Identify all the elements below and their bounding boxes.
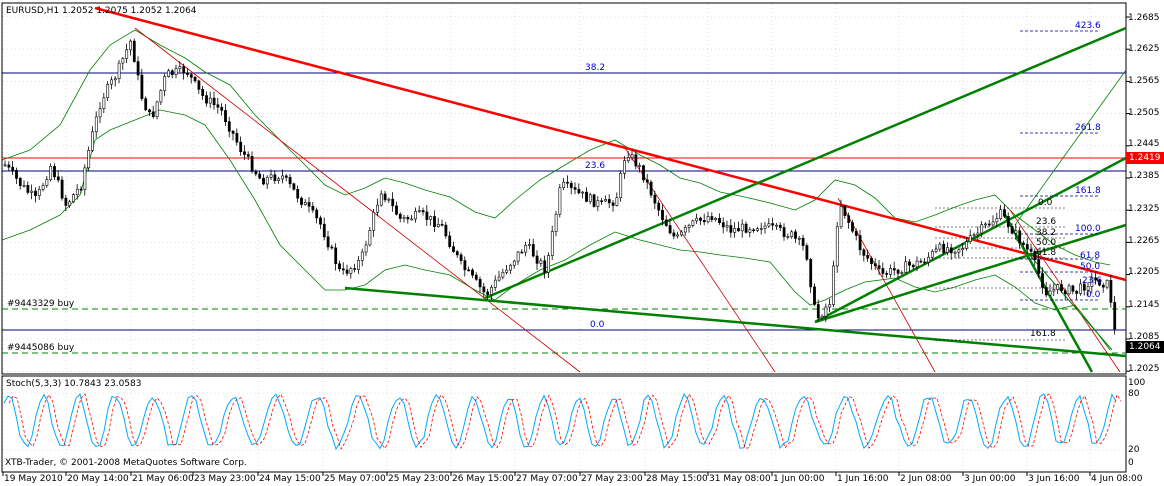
price-tick-label: 1.2145 xyxy=(1128,300,1160,310)
time-tick-label: 23 May 23:00 xyxy=(194,474,256,484)
fib-r23-label: 23.6 xyxy=(1036,217,1057,227)
green-lower-trendline[interactable] xyxy=(344,286,1127,358)
time-tick-label: 25 May 07:00 xyxy=(324,474,386,484)
price-tick-label: 1.2685 xyxy=(1128,13,1160,23)
price-tick-label: 1.2445 xyxy=(1128,139,1160,149)
fib-b23-label: 23.6 xyxy=(1082,276,1103,286)
current-price-tag: 1.2064 xyxy=(1126,341,1164,353)
fib-423-label: 423.6 xyxy=(1075,21,1101,31)
mt4-terminal-window: EURUSD,H1 1.2052 1.2075 1.2052 1.2064 38… xyxy=(0,0,1164,486)
time-tick-label: 25 May 23:00 xyxy=(388,474,450,484)
stoch-level-100: 100 xyxy=(1128,378,1146,388)
time-tick-label: 27 May 07:00 xyxy=(516,474,578,484)
price-tick-label: 1.2025 xyxy=(1128,364,1160,374)
price-tick-label: 1.2265 xyxy=(1128,236,1160,246)
main-chart-frame xyxy=(1,2,1127,375)
price-candles xyxy=(3,38,1117,335)
fib-r50-label: 50.0 xyxy=(1036,238,1057,248)
price-tick-label: 1.2325 xyxy=(1128,204,1160,214)
price-tick-label: 1.2565 xyxy=(1128,76,1160,86)
time-tick-label: 19 May 2010 xyxy=(4,474,63,484)
fib-61-label: 61.8 xyxy=(1080,251,1101,261)
green-thin-fan-line[interactable] xyxy=(1014,69,1127,226)
symbol-header: EURUSD,H1 1.2052 1.2075 1.2052 1.2064 xyxy=(6,6,197,16)
time-tick-label: 28 May 15:00 xyxy=(646,474,708,484)
trendlines[interactable] xyxy=(94,6,1127,373)
fib-161-upper-label: 161.8 xyxy=(1075,186,1101,196)
stoch-level-0: 0 xyxy=(1128,458,1134,468)
fib-b0-label: 0.0 xyxy=(1086,290,1101,300)
red-level-price-tag: 1.2419 xyxy=(1126,152,1164,164)
fib-38-label: 38.2 xyxy=(585,63,606,73)
time-tick-label: 21 May 06:00 xyxy=(132,474,194,484)
time-tick-label: 3 Jun 16:00 xyxy=(1028,474,1080,484)
stoch-level-80: 80 xyxy=(1128,389,1140,399)
stochastic-lines xyxy=(3,393,1122,451)
time-tick-label: 3 Jun 00:00 xyxy=(964,474,1016,484)
fib-r38-label: 38.2 xyxy=(1036,228,1057,238)
fib-261-label: 261.8 xyxy=(1075,123,1101,133)
price-tick-label: 1.2205 xyxy=(1128,267,1160,277)
fib-161-lower-label: 161.8 xyxy=(1030,329,1056,339)
time-tick-label: 26 May 15:00 xyxy=(452,474,514,484)
price-tick-label: 1.2625 xyxy=(1128,44,1160,54)
time-tick-label: 2 Jun 08:00 xyxy=(900,474,952,484)
copyright-text: XTB-Trader, © 2001-2008 MetaQuotes Softw… xyxy=(5,458,247,468)
time-tick-label: 27 May 23:00 xyxy=(581,474,643,484)
time-tick-label: 1 Jun 00:00 xyxy=(773,474,825,484)
fib-23-label: 23.6 xyxy=(585,161,606,171)
price-tick-label: 1.2385 xyxy=(1128,171,1160,181)
bollinger-bands xyxy=(1,29,1111,351)
order-label-1[interactable]: #9443329 buy xyxy=(7,299,74,309)
price-axis-ticks xyxy=(1126,16,1130,372)
stoch-level-20: 20 xyxy=(1128,445,1140,455)
price-chart-canvas[interactable] xyxy=(0,0,1164,486)
fib-r0-label: 0.0 xyxy=(1038,198,1053,208)
time-tick-label: 24 May 15:00 xyxy=(259,474,321,484)
fib-100-label: 100.0 xyxy=(1075,224,1101,234)
fib-50-label: 50.0 xyxy=(1080,262,1101,272)
time-tick-label: 20 May 14:00 xyxy=(67,474,129,484)
time-tick-label: 4 Jun 08:00 xyxy=(1091,474,1143,484)
price-tick-label: 1.2505 xyxy=(1128,108,1160,118)
stoch-header: Stoch(5,3,3) 10.7843 23.0583 xyxy=(6,379,142,389)
time-tick-label: 31 May 08:00 xyxy=(709,474,771,484)
red-thin-trendline-1[interactable] xyxy=(134,27,581,373)
order-label-2[interactable]: #9445086 buy xyxy=(7,343,74,353)
fib-r61-label: 61.8 xyxy=(1036,248,1057,258)
time-tick-label: 1 Jun 16:00 xyxy=(837,474,889,484)
fib-0-label: 0.0 xyxy=(590,320,605,330)
